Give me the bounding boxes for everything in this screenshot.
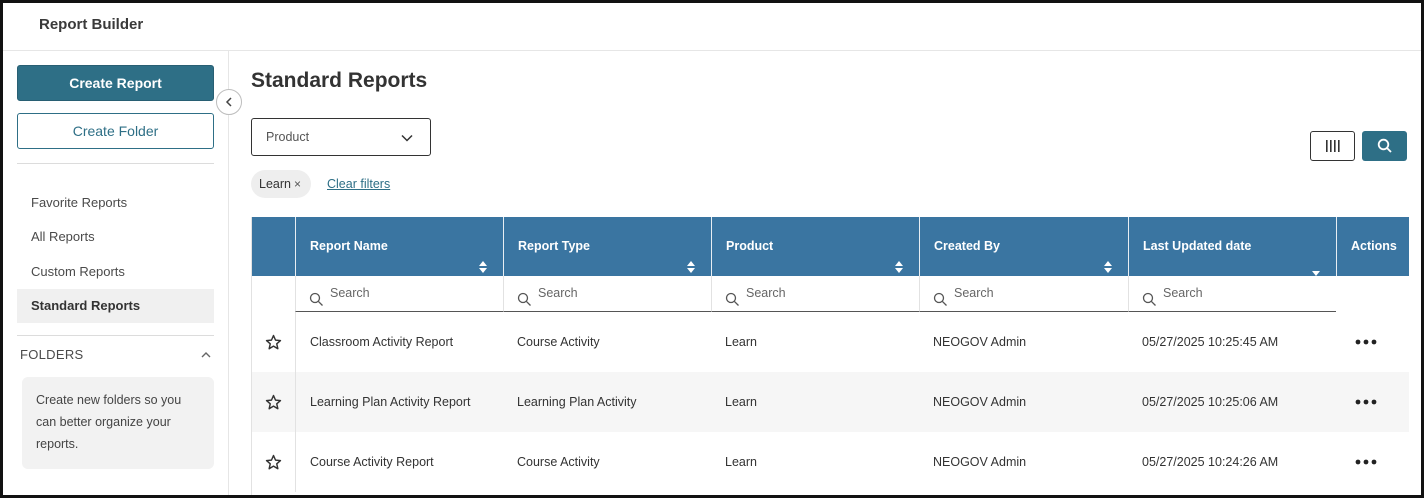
report-type-cell: Course Activity (517, 455, 600, 469)
create-folder-button[interactable]: Create Folder (17, 113, 214, 149)
last-updated-cell: 05/27/2025 10:25:45 AM (1142, 335, 1279, 349)
product-cell: Learn (725, 395, 757, 409)
top-bar: Report Builder (3, 3, 1421, 51)
more-actions-icon[interactable] (1336, 312, 1396, 372)
chevron-left-icon (225, 97, 232, 107)
sidebar-item-custom-reports[interactable]: Custom Reports (17, 255, 214, 289)
sidebar-item-favorite-reports[interactable]: Favorite Reports (17, 186, 214, 220)
created-by-cell: NEOGOV Admin (933, 455, 1027, 469)
last-updated-cell: 05/27/2025 10:24:26 AM (1142, 455, 1279, 469)
chevron-up-icon[interactable] (200, 349, 212, 364)
more-actions-icon[interactable] (1336, 372, 1396, 432)
create-report-button[interactable]: Create Report (17, 65, 214, 101)
report-type-search-input[interactable]: Search (503, 276, 711, 312)
collapse-sidebar-button[interactable] (216, 89, 242, 115)
table-header: Report Name Report Type Product Created … (252, 217, 1409, 276)
product-filter-value: Product (266, 130, 310, 144)
product-search-input[interactable]: Search (711, 276, 919, 312)
column-header-report-type[interactable]: Report Type (503, 217, 711, 276)
table-row[interactable]: Classroom Activity Report Course Activit… (252, 312, 1409, 372)
sidebar-divider (17, 335, 214, 336)
reports-table: Report Name Report Type Product Created … (251, 217, 1409, 495)
app-title: Report Builder (39, 16, 144, 33)
product-filter-select[interactable]: Product (251, 118, 431, 156)
report-name-cell[interactable]: Course Activity Report (295, 432, 503, 492)
columns-icon (1325, 140, 1340, 152)
created-by-cell: NEOGOV Admin (933, 335, 1027, 349)
folders-empty-note: Create new folders so you can better org… (22, 377, 214, 469)
report-type-cell: Course Activity (517, 335, 600, 349)
filter-chip-learn: Learn × (251, 170, 311, 198)
more-actions-icon[interactable] (1336, 432, 1396, 492)
table-row[interactable]: Learning Plan Activity Report Learning P… (252, 372, 1409, 432)
sidebar-item-all-reports[interactable]: All Reports (17, 220, 214, 254)
columns-button[interactable] (1310, 131, 1355, 161)
column-header-report-name[interactable]: Report Name (295, 217, 503, 276)
column-header-last-updated[interactable]: Last Updated date (1128, 217, 1336, 276)
sidebar-item-standard-reports[interactable]: Standard Reports (17, 289, 214, 323)
product-cell: Learn (725, 335, 757, 349)
clear-filters-link[interactable]: Clear filters (327, 177, 390, 191)
sidebar-divider (17, 163, 214, 164)
table-filter-row: Search Search Search Search Search (252, 276, 1409, 312)
search-button[interactable] (1362, 131, 1407, 161)
filter-chip-label: Learn (259, 177, 291, 191)
report-name-cell[interactable]: Learning Plan Activity Report (295, 372, 503, 432)
sidebar: Create Report Create Folder Favorite Rep… (3, 51, 229, 495)
search-icon (1377, 138, 1392, 153)
column-header-created-by[interactable]: Created By (919, 217, 1128, 276)
remove-filter-icon[interactable]: × (294, 177, 301, 191)
created-by-search-input[interactable]: Search (919, 276, 1128, 312)
report-name-cell[interactable]: Classroom Activity Report (295, 312, 503, 372)
favorite-star-icon[interactable] (252, 312, 295, 372)
column-header-actions: Actions (1336, 217, 1409, 276)
chevron-down-icon (400, 131, 414, 149)
last-updated-cell: 05/27/2025 10:25:06 AM (1142, 395, 1279, 409)
favorite-star-icon[interactable] (252, 372, 295, 432)
page-title: Standard Reports (251, 69, 428, 92)
product-cell: Learn (725, 455, 757, 469)
report-name-search-input[interactable]: Search (295, 276, 503, 312)
report-builder-window: Report Builder Create Report Create Fold… (0, 0, 1424, 498)
created-by-cell: NEOGOV Admin (933, 395, 1027, 409)
table-row[interactable]: Course Activity Report Course Activity L… (252, 432, 1409, 492)
last-updated-search-input[interactable]: Search (1128, 276, 1336, 312)
folders-heading-label: FOLDERS (20, 347, 84, 362)
folders-heading[interactable]: FOLDERS (20, 347, 214, 362)
report-type-cell: Learning Plan Activity (517, 395, 637, 409)
column-header-product[interactable]: Product (711, 217, 919, 276)
favorite-star-icon[interactable] (252, 432, 295, 492)
main-content: Standard Reports Product Learn × Clear fi… (229, 51, 1421, 495)
